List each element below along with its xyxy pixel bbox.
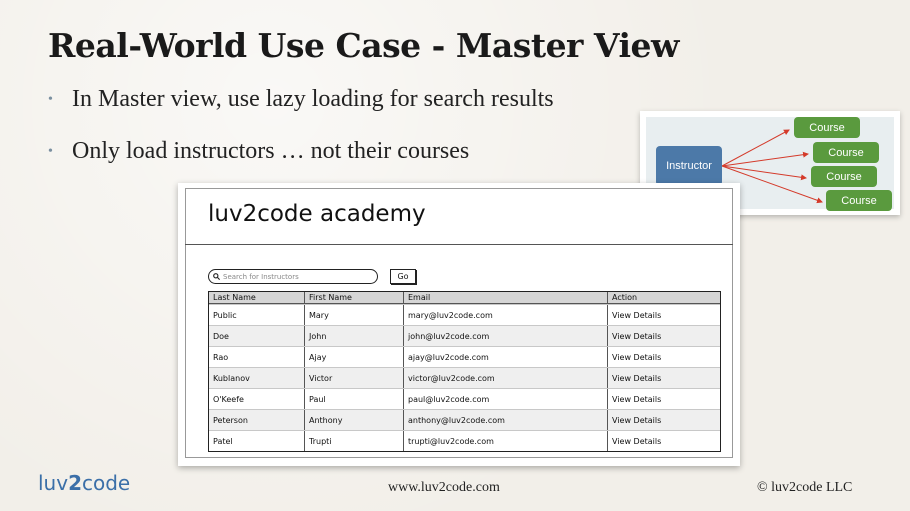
slide-title: Real-World Use Case - Master View (48, 26, 679, 65)
table-row: Doe John john@luv2code.com View Details (209, 325, 720, 346)
app-mockup: luv2code academy Search for Instructors … (178, 183, 740, 466)
cell-last-name: O'Keefe (209, 389, 305, 409)
course-node-2: Course (813, 142, 879, 163)
cell-email: john@luv2code.com (404, 326, 608, 346)
logo-text-luv: luv (38, 471, 69, 495)
search-icon (213, 273, 220, 280)
cell-last-name: Patel (209, 431, 305, 451)
cell-first-name: Mary (305, 305, 404, 325)
cell-last-name: Peterson (209, 410, 305, 430)
go-button[interactable]: Go (390, 269, 416, 284)
table-row: Kublanov Victor victor@luv2code.com View… (209, 367, 720, 388)
cell-first-name: Ajay (305, 347, 404, 367)
app-title: luv2code academy (208, 201, 426, 227)
arrow-to-course-3 (721, 165, 807, 181)
cell-email: victor@luv2code.com (404, 368, 608, 388)
bullet-1: • In Master view, use lazy loading for se… (48, 86, 554, 113)
cell-first-name: Trupti (305, 431, 404, 451)
instructor-node: Instructor (656, 146, 722, 186)
column-header-action: Action (612, 293, 638, 302)
cell-last-name: Kublanov (209, 368, 305, 388)
bullet-dot-icon: • (48, 92, 53, 108)
cell-first-name: Paul (305, 389, 404, 409)
table-row: O'Keefe Paul paul@luv2code.com View Deta… (209, 388, 720, 409)
search-input[interactable]: Search for Instructors (208, 269, 378, 284)
cell-email: ajay@luv2code.com (404, 347, 608, 367)
view-details-link[interactable]: View Details (608, 410, 720, 430)
footer-copyright: © luv2code LLC (757, 480, 853, 495)
footer-url: www.luv2code.com (388, 480, 500, 495)
luv2code-logo: luv2code (38, 471, 130, 495)
arrow-to-course-1 (721, 129, 790, 167)
view-details-link[interactable]: View Details (608, 326, 720, 346)
cell-first-name: Victor (305, 368, 404, 388)
instructor-table: Last Name First Name Email Action Public… (208, 291, 721, 452)
search-placeholder: Search for Instructors (223, 272, 299, 281)
arrow-to-course-2 (721, 151, 809, 167)
slide: Real-World Use Case - Master View • In Ma… (0, 0, 910, 511)
cell-email: anthony@luv2code.com (404, 410, 608, 430)
table-row: Patel Trupti trupti@luv2code.com View De… (209, 430, 720, 451)
cell-email: paul@luv2code.com (404, 389, 608, 409)
logo-text-2: 2 (68, 471, 82, 495)
header-divider (185, 244, 733, 245)
bullet-2: • Only load instructors … not their cours… (48, 138, 469, 165)
course-node-4: Course (826, 190, 892, 211)
view-details-link[interactable]: View Details (608, 389, 720, 409)
table-row: Public Mary mary@luv2code.com View Detai… (209, 304, 720, 325)
bullet-2-text: Only load instructors … not their course… (72, 138, 470, 164)
cell-last-name: Doe (209, 326, 305, 346)
view-details-link[interactable]: View Details (608, 368, 720, 388)
table-row: Rao Ajay ajay@luv2code.com View Details (209, 346, 720, 367)
cell-email: mary@luv2code.com (404, 305, 608, 325)
cell-last-name: Public (209, 305, 305, 325)
view-details-link[interactable]: View Details (608, 347, 720, 367)
table-row: Peterson Anthony anthony@luv2code.com Vi… (209, 409, 720, 430)
course-node-3: Course (811, 166, 877, 187)
bullet-dot-icon: • (48, 144, 53, 160)
column-header-last-name[interactable]: Last Name (209, 292, 305, 303)
course-node-1: Course (794, 117, 860, 138)
cell-email: trupti@luv2code.com (404, 431, 608, 451)
view-details-link[interactable]: View Details (608, 431, 720, 451)
bullet-1-text: In Master view, use lazy loading for sea… (72, 86, 554, 112)
table-header: Last Name First Name Email Action (209, 292, 720, 304)
column-header-email[interactable]: Email (404, 292, 608, 303)
cell-last-name: Rao (209, 347, 305, 367)
cell-first-name: Anthony (305, 410, 404, 430)
view-details-link[interactable]: View Details (608, 305, 720, 325)
cell-first-name: John (305, 326, 404, 346)
logo-text-code: code (82, 471, 131, 495)
column-header-first-name[interactable]: First Name (305, 292, 404, 303)
